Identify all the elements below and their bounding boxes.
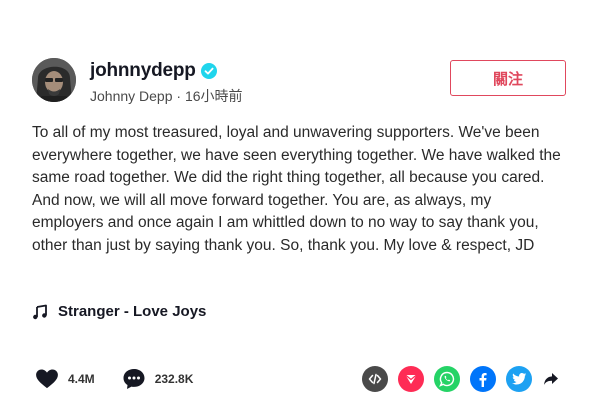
music-note-icon: [33, 304, 47, 319]
post-caption: To all of my most treasured, loyal and u…: [32, 124, 561, 254]
like-action[interactable]: 4.4M: [34, 366, 95, 392]
like-count: 4.4M: [68, 372, 95, 386]
embed-icon[interactable]: [362, 366, 388, 392]
post-header: johnnydepp Johnny Depp · 16小時前 關注: [32, 58, 572, 106]
whatsapp-icon[interactable]: [434, 366, 460, 392]
facebook-icon[interactable]: [470, 366, 496, 392]
verified-badge-icon: [200, 63, 217, 79]
display-name: Johnny Depp: [90, 88, 173, 104]
follow-button[interactable]: 關注: [450, 60, 566, 96]
username[interactable]: johnnydepp: [90, 60, 196, 82]
music-link[interactable]: Stranger - Love Joys: [32, 303, 206, 320]
post-time: 16小時前: [184, 88, 243, 104]
music-title: Stranger - Love Joys: [58, 303, 207, 320]
share-bar: [362, 366, 570, 392]
meta-separator: ·: [172, 88, 185, 104]
post-actions: 4.4M 232.8K: [34, 366, 219, 392]
username-row: johnnydepp: [90, 60, 217, 82]
avatar[interactable]: [32, 58, 76, 102]
twitter-icon[interactable]: [506, 366, 532, 392]
comment-icon[interactable]: [121, 366, 147, 392]
share-arrow-icon[interactable]: [542, 366, 560, 392]
comment-count: 232.8K: [154, 372, 194, 386]
heart-icon[interactable]: [34, 366, 60, 392]
comment-action[interactable]: 232.8K: [121, 366, 194, 392]
send-icon[interactable]: [398, 366, 424, 392]
post-meta: Johnny Depp · 16小時前: [90, 86, 243, 106]
